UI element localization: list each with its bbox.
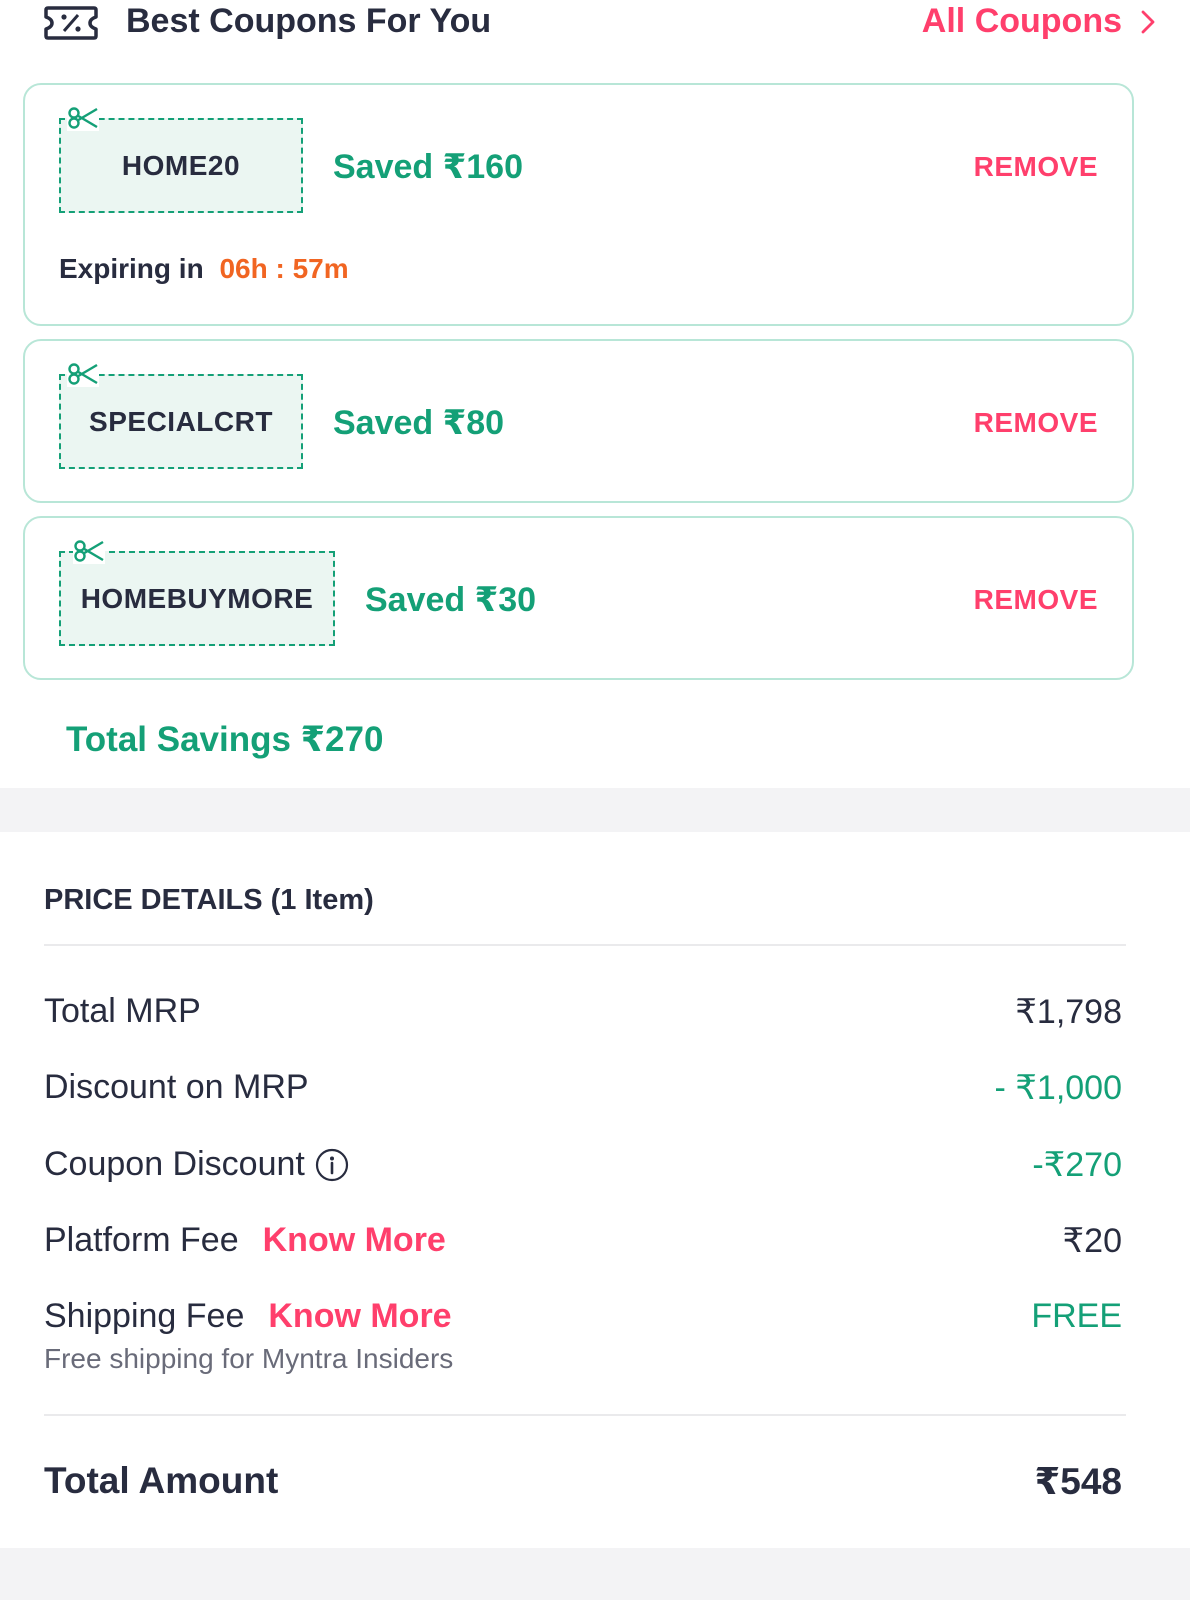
coupon-ticket-icon xyxy=(44,6,98,40)
total-amount-label: Total Amount xyxy=(44,1460,279,1501)
coupon-expiry: Expiring in 06h : 57m xyxy=(59,253,349,285)
section-separator xyxy=(0,1548,1190,1600)
price-details-heading: PRICE DETAILS (1 Item) xyxy=(44,884,374,916)
remove-coupon-button[interactable]: REMOVE xyxy=(974,407,1098,439)
price-row-platform-fee: Platform Fee Know More ₹20 xyxy=(44,1221,1122,1265)
row-value: FREE xyxy=(1031,1297,1122,1335)
coupon-card: HOME20 Saved ₹160 REMOVE Expiring in 06h… xyxy=(23,83,1134,326)
price-row-shipping-fee: Shipping Fee Know More FREE xyxy=(44,1297,1122,1341)
know-more-link[interactable]: Know More xyxy=(263,1221,446,1260)
row-label: Platform Fee xyxy=(44,1221,239,1259)
expiry-label: Expiring in xyxy=(59,253,204,284)
remove-coupon-button[interactable]: REMOVE xyxy=(974,584,1098,616)
coupon-code: HOME20 xyxy=(59,118,303,213)
saved-amount: Saved ₹30 xyxy=(365,581,537,619)
row-label: Shipping Fee xyxy=(44,1297,245,1335)
section-separator xyxy=(0,788,1190,832)
section-title: Best Coupons For You xyxy=(126,2,492,40)
coupon-code: SPECIALCRT xyxy=(59,374,303,469)
row-label: Coupon Discount xyxy=(44,1145,305,1183)
saved-amount: Saved ₹160 xyxy=(333,148,524,186)
info-icon[interactable] xyxy=(315,1148,349,1182)
saved-amount: Saved ₹80 xyxy=(333,404,505,442)
shipping-note: Free shipping for Myntra Insiders xyxy=(44,1343,454,1374)
row-label: Total MRP xyxy=(44,992,201,1030)
coupons-header: Best Coupons For You All Coupons xyxy=(0,0,1190,50)
chevron-right-icon xyxy=(1141,10,1155,33)
row-value: ₹20 xyxy=(1062,1222,1122,1260)
coupon-code-text: HOME20 xyxy=(121,149,241,181)
coupon-code: HOMEBUYMORE xyxy=(59,551,335,646)
divider xyxy=(44,944,1126,946)
row-value: ₹1,798 xyxy=(1015,993,1122,1031)
know-more-link[interactable]: Know More xyxy=(268,1297,451,1336)
scissor-icon xyxy=(73,538,105,564)
coupon-card: SPECIALCRT Saved ₹80 REMOVE xyxy=(23,339,1134,503)
row-value: -₹270 xyxy=(1032,1146,1122,1184)
scissor-icon xyxy=(67,361,99,387)
scissor-icon xyxy=(67,105,99,131)
row-label: Discount on MRP xyxy=(44,1068,309,1106)
total-savings: Total Savings ₹270 xyxy=(66,720,384,759)
price-row-total-mrp: Total MRP ₹1,798 xyxy=(44,992,1122,1036)
remove-coupon-button[interactable]: REMOVE xyxy=(974,151,1098,183)
coupon-code-text: SPECIALCRT xyxy=(89,405,273,437)
all-coupons-link[interactable]: All Coupons xyxy=(922,2,1156,41)
price-row-discount-mrp: Discount on MRP - ₹1,000 xyxy=(44,1068,1122,1112)
all-coupons-label: All Coupons xyxy=(921,2,1122,40)
coupon-card: HOMEBUYMORE Saved ₹30 REMOVE xyxy=(23,516,1134,680)
row-value: - ₹1,000 xyxy=(994,1069,1122,1107)
price-row-coupon-discount: Coupon Discount -₹270 xyxy=(44,1145,1122,1189)
expiry-timer: 06h : 57m xyxy=(219,253,349,284)
divider xyxy=(44,1414,1126,1416)
coupon-code-text: HOMEBUYMORE xyxy=(80,582,314,614)
total-amount-value: ₹548 xyxy=(1034,1461,1122,1502)
